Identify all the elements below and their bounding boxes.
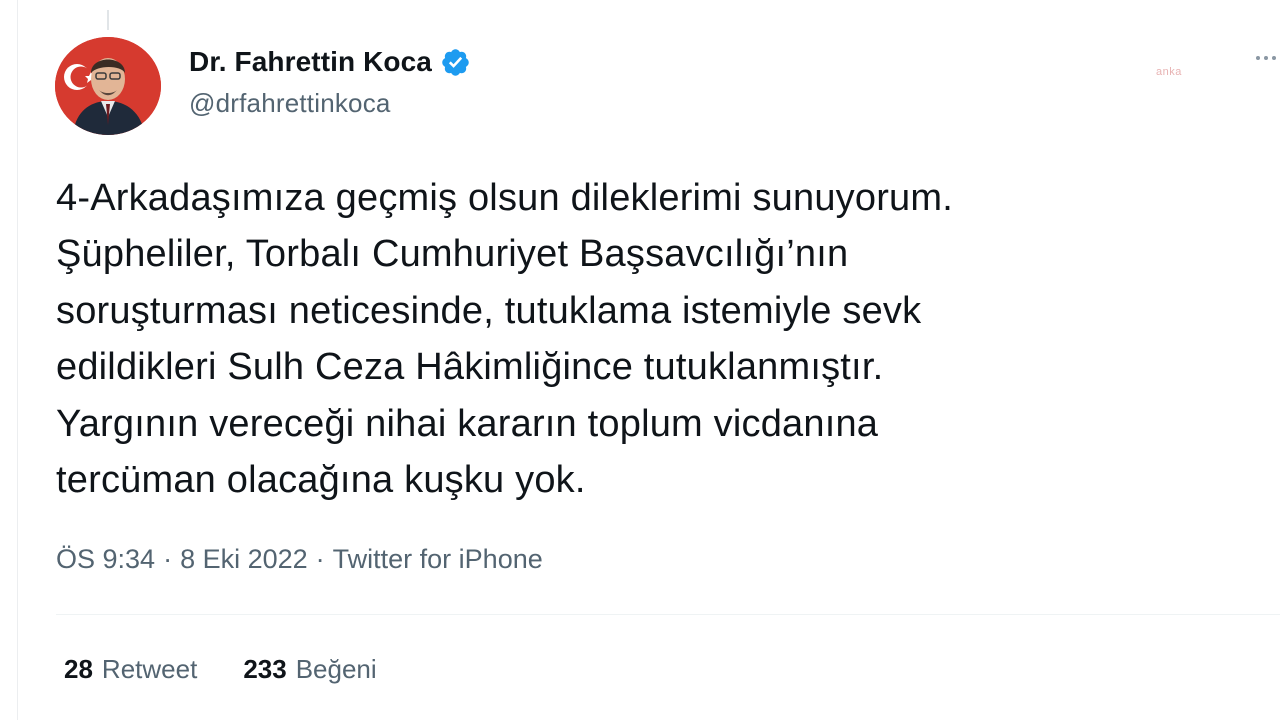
verified-badge-icon — [442, 48, 469, 76]
tweet-date[interactable]: 8 Eki 2022 — [180, 544, 308, 575]
divider — [56, 614, 1280, 615]
retweet-count: 28 — [64, 654, 93, 684]
tweet-stats: 28 Retweet 233 Beğeni — [64, 654, 377, 685]
avatar[interactable] — [55, 37, 161, 135]
retweet-stat[interactable]: 28 Retweet — [64, 654, 197, 685]
author-handle[interactable]: @drfahrettinkoca — [189, 88, 471, 119]
tweet-meta: ÖS 9:34 · 8 Eki 2022 · Twitter for iPhon… — [56, 544, 543, 575]
like-stat[interactable]: 233 Beğeni — [243, 654, 376, 685]
tweet-author: Dr. Fahrettin Koca @drfahrettinkoca — [189, 44, 471, 119]
author-display-name[interactable]: Dr. Fahrettin Koca — [189, 46, 432, 78]
like-count: 233 — [243, 654, 287, 684]
more-options-icon[interactable] — [1256, 56, 1276, 60]
tweet-screenshot: anka Dr. Fahrettin Koca @drfahrettinkoca — [0, 0, 1280, 720]
thread-line — [107, 10, 109, 30]
watermark: anka — [1156, 66, 1182, 78]
meta-separator: · — [163, 544, 173, 574]
left-border — [17, 0, 18, 720]
tweet-time[interactable]: ÖS 9:34 — [56, 544, 155, 575]
tweet-source[interactable]: Twitter for iPhone — [333, 544, 543, 575]
tweet-text: 4-Arkadaşımıza geçmiş olsun dileklerimi … — [56, 177, 953, 502]
retweet-label: Retweet — [101, 654, 198, 684]
meta-separator: · — [315, 544, 325, 574]
like-label: Beğeni — [295, 654, 377, 684]
